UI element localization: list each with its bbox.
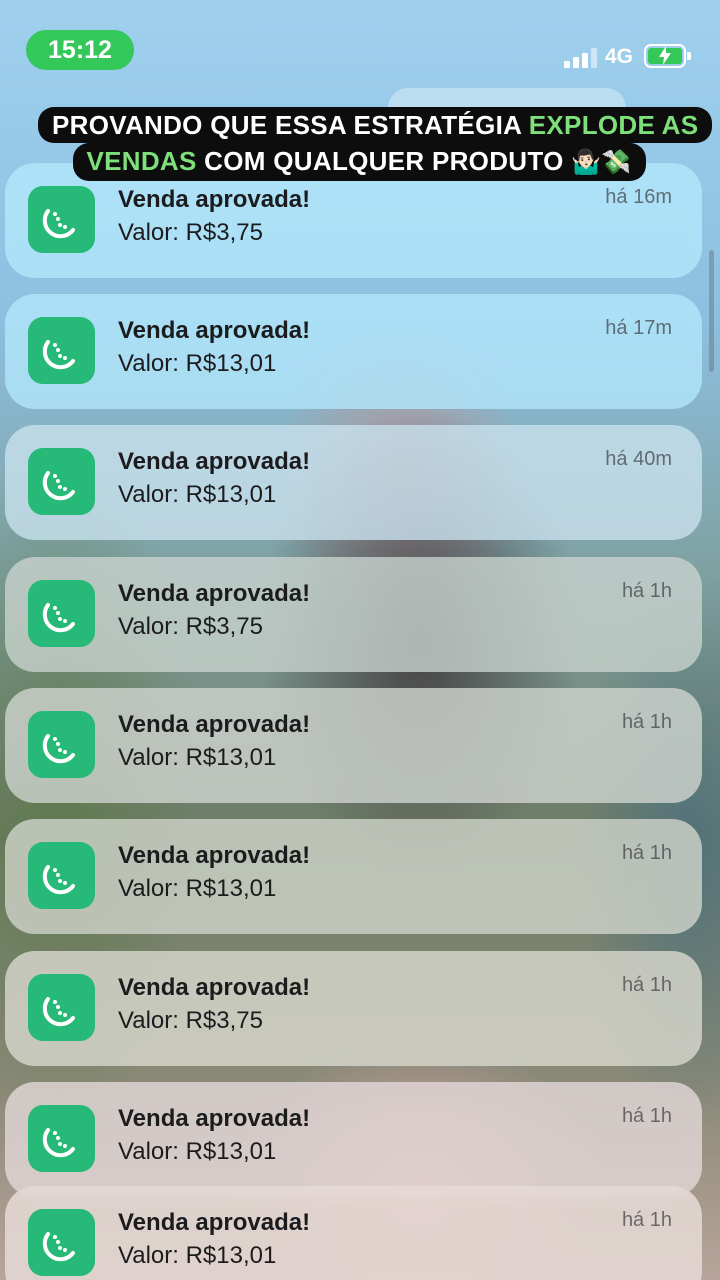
lime-slice-icon — [28, 711, 95, 778]
battery-charging-icon — [644, 44, 691, 68]
video-caption: PROVANDO QUE ESSA ESTRATÉGIA EXPLODE AS … — [38, 107, 713, 181]
lime-slice-icon — [28, 1105, 95, 1172]
notification-time: há 1h — [621, 974, 672, 996]
notification-card[interactable]: Venda aprovada! Valor: R$13,01 há 1h — [5, 1082, 702, 1197]
notification-body: Valor: R$13,01 — [118, 481, 277, 508]
status-time[interactable]: 15:12 — [26, 30, 134, 70]
caption-emoji: 🤷🏻‍♂️💸 — [571, 149, 632, 176]
lime-slice-icon — [28, 580, 95, 647]
notification-time: há 17m — [605, 317, 672, 339]
notification-title: Venda aprovada! — [118, 186, 311, 213]
notification-title: Venda aprovada! — [118, 580, 311, 607]
notification-body: Valor: R$3,75 — [118, 219, 263, 246]
lime-slice-icon — [28, 842, 95, 909]
caption-line-2: VENDAS COM QUALQUER PRODUTO 🤷🏻‍♂️💸 — [72, 143, 646, 181]
caption-text-2: COM QUALQUER PRODUTO — [196, 146, 572, 176]
notification-body: Valor: R$3,75 — [118, 1007, 263, 1034]
notification-time: há 1h — [621, 842, 672, 864]
notification-time: há 1h — [621, 580, 672, 602]
lime-slice-icon — [28, 1209, 95, 1276]
notification-title: Venda aprovada! — [118, 1105, 311, 1132]
notification-card[interactable]: Venda aprovada! Valor: R$13,01 há 1h — [5, 688, 702, 803]
notification-time: há 40m — [605, 448, 672, 470]
notification-title: Venda aprovada! — [118, 842, 311, 869]
notification-body: Valor: R$13,01 — [118, 1242, 277, 1269]
lime-slice-icon — [28, 317, 95, 384]
caption-highlight-1: EXPLODE AS — [528, 110, 699, 140]
status-bar: 15:12 4G — [0, 0, 720, 90]
cellular-signal-icon — [564, 46, 598, 68]
lime-slice-icon — [28, 448, 95, 515]
notification-card[interactable]: Venda aprovada! Valor: R$3,75 há 1h — [5, 557, 702, 672]
notification-time: há 1h — [621, 1209, 672, 1231]
notification-title: Venda aprovada! — [118, 1209, 311, 1236]
notification-body: Valor: R$13,01 — [118, 744, 277, 771]
notification-card[interactable]: Venda aprovada! Valor: R$13,01 há 17m — [5, 294, 702, 409]
notification-time: há 16m — [605, 186, 672, 208]
lime-slice-icon — [28, 186, 95, 253]
notification-time: há 1h — [621, 711, 672, 733]
caption-highlight-2: VENDAS — [86, 146, 197, 176]
notification-body: Valor: R$3,75 — [118, 613, 263, 640]
notification-body: Valor: R$13,01 — [118, 350, 277, 377]
notification-card[interactable]: Venda aprovada! Valor: R$3,75 há 1h — [5, 951, 702, 1066]
caption-text-1: PROVANDO QUE ESSA ESTRATÉGIA — [52, 110, 529, 140]
network-type: 4G — [605, 45, 634, 68]
notification-title: Venda aprovada! — [118, 317, 311, 344]
caption-line-1: PROVANDO QUE ESSA ESTRATÉGIA EXPLODE AS — [38, 107, 713, 143]
scroll-indicator — [709, 250, 714, 372]
lime-slice-icon — [28, 974, 95, 1041]
notification-card[interactable]: Venda aprovada! Valor: R$13,01 há 40m — [5, 425, 702, 540]
notification-time: há 1h — [621, 1105, 672, 1127]
notification-body: Valor: R$13,01 — [118, 875, 277, 902]
notification-card[interactable]: Venda aprovada! Valor: R$13,01 há 1h — [5, 819, 702, 934]
notification-title: Venda aprovada! — [118, 448, 311, 475]
notification-card[interactable]: Venda aprovada! Valor: R$13,01 há 1h — [5, 1186, 702, 1280]
notification-body: Valor: R$13,01 — [118, 1138, 277, 1165]
notification-title: Venda aprovada! — [118, 711, 311, 738]
notification-title: Venda aprovada! — [118, 974, 311, 1001]
